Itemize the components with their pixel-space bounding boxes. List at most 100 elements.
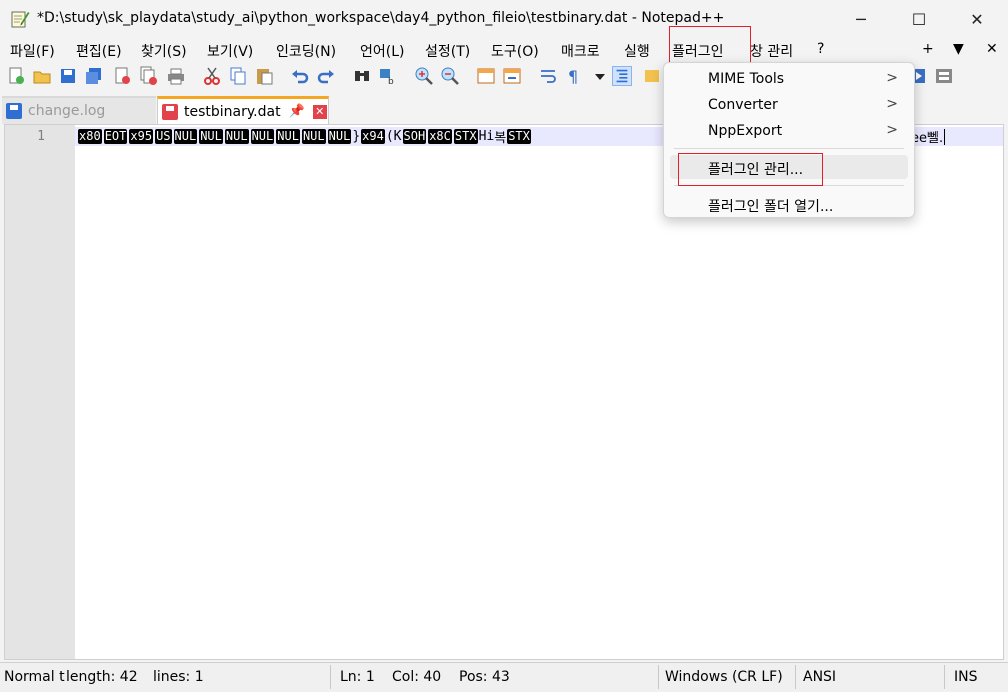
unsaved-file-icon bbox=[162, 103, 178, 120]
control-char-token: x95 bbox=[129, 129, 154, 144]
menu-edit[interactable]: 편집(E) bbox=[76, 41, 122, 61]
print-icon[interactable] bbox=[166, 66, 186, 86]
copy-icon[interactable] bbox=[228, 66, 248, 86]
menu-file[interactable]: 파일(F) bbox=[10, 41, 55, 61]
line-number-gutter: 1 bbox=[5, 125, 75, 659]
close-all-icon[interactable] bbox=[138, 66, 158, 86]
menu-plugins[interactable]: 플러그인 bbox=[672, 41, 724, 61]
menu-item-open-plugins-folder[interactable]: 플러그인 폴더 열기... bbox=[664, 192, 914, 216]
menu-view[interactable]: 보기(V) bbox=[207, 41, 253, 61]
status-bar: Normal t length: 42 lines: 1 Ln: 1 Col: … bbox=[0, 662, 1008, 692]
indent-guide-icon[interactable] bbox=[612, 66, 632, 86]
status-lines: lines: 1 bbox=[153, 669, 204, 685]
menu-item-plugins-admin[interactable]: 플러그인 관리... bbox=[670, 155, 908, 179]
status-position: Pos: 43 bbox=[459, 669, 510, 685]
tab-label: testbinary.dat bbox=[184, 103, 281, 120]
close-tab-menu-button[interactable]: ✕ bbox=[986, 41, 998, 57]
menu-item-nppexport[interactable]: NppExport > bbox=[664, 119, 914, 143]
close-tab-icon[interactable]: ✕ bbox=[312, 104, 327, 119]
status-eol[interactable]: Windows (CR LF) bbox=[665, 669, 783, 685]
pin-icon[interactable]: 📌 bbox=[289, 104, 305, 119]
control-char-token: SOH bbox=[402, 129, 427, 144]
tab-list-dropdown-button[interactable]: ▼ bbox=[953, 41, 964, 57]
save-all-icon[interactable] bbox=[84, 66, 104, 86]
maximize-button[interactable]: ☐ bbox=[890, 0, 948, 38]
save-icon[interactable] bbox=[58, 66, 78, 86]
tab-testbinary-dat[interactable]: testbinary.dat 📌 ✕ bbox=[157, 96, 329, 124]
zoom-out-icon[interactable] bbox=[440, 66, 460, 86]
menu-item-converter[interactable]: Converter > bbox=[664, 93, 914, 117]
menu-language[interactable]: 언어(L) bbox=[360, 41, 404, 61]
status-divider bbox=[944, 665, 945, 689]
menu-item-label: MIME Tools bbox=[708, 71, 785, 87]
code-line-tail: ee뻴. bbox=[911, 128, 946, 146]
text-token: 복 bbox=[494, 131, 507, 146]
menu-bar: 파일(F) 편집(E) 찾기(S) 보기(V) 인코딩(N) 언어(L) 설정(… bbox=[0, 38, 1008, 62]
show-all-characters-icon[interactable]: ¶ bbox=[564, 66, 584, 86]
toolbar-dropdown-icon[interactable] bbox=[590, 66, 610, 86]
menu-encoding[interactable]: 인코딩(N) bbox=[276, 41, 336, 61]
menu-item-mime-tools[interactable]: MIME Tools > bbox=[664, 67, 914, 91]
line-number: 1 bbox=[37, 129, 45, 144]
control-char-token: NUL bbox=[301, 129, 326, 144]
control-char-token: EOT bbox=[103, 129, 128, 144]
cut-icon[interactable] bbox=[202, 66, 222, 86]
status-divider bbox=[795, 665, 796, 689]
menu-search[interactable]: 찾기(S) bbox=[141, 41, 187, 61]
sync-vertical-icon[interactable] bbox=[476, 66, 496, 86]
save-macro-icon[interactable] bbox=[934, 66, 954, 86]
menu-settings[interactable]: 설정(T) bbox=[425, 41, 470, 61]
minimize-button[interactable]: ─ bbox=[832, 0, 890, 38]
user-defined-language-icon[interactable] bbox=[642, 66, 662, 86]
control-char-token: STX bbox=[507, 129, 531, 144]
menu-separator bbox=[674, 185, 904, 186]
open-file-icon[interactable] bbox=[32, 66, 52, 86]
menu-window[interactable]: 창 관리 bbox=[750, 41, 793, 61]
sync-horizontal-icon[interactable] bbox=[502, 66, 522, 86]
paste-icon[interactable] bbox=[254, 66, 274, 86]
close-window-button[interactable]: ✕ bbox=[948, 0, 1006, 38]
word-wrap-icon[interactable] bbox=[538, 66, 558, 86]
status-column: Col: 40 bbox=[392, 669, 442, 685]
tab-label: change.log bbox=[28, 103, 106, 119]
add-tab-button[interactable]: + bbox=[922, 41, 934, 57]
control-char-token: x8C bbox=[428, 129, 452, 144]
find-icon[interactable] bbox=[352, 66, 372, 86]
control-char-token: x80 bbox=[78, 129, 102, 144]
control-char-token: US bbox=[155, 129, 172, 144]
submenu-arrow-icon: > bbox=[886, 70, 898, 86]
menu-separator bbox=[674, 148, 904, 149]
control-char-token: NUL bbox=[199, 129, 223, 144]
menu-item-label: 플러그인 폴더 열기... bbox=[708, 199, 834, 215]
new-file-icon[interactable] bbox=[6, 66, 26, 86]
control-char-token: STX bbox=[453, 129, 478, 144]
undo-icon[interactable] bbox=[290, 66, 310, 86]
replace-icon[interactable]: b bbox=[378, 66, 398, 86]
menu-item-label: NppExport bbox=[708, 123, 783, 139]
menu-item-label: Converter bbox=[708, 97, 778, 113]
submenu-arrow-icon: > bbox=[886, 96, 898, 112]
menu-help[interactable]: ? bbox=[817, 41, 824, 57]
control-char-token: NUL bbox=[276, 129, 300, 144]
status-encoding[interactable]: ANSI bbox=[803, 669, 836, 685]
status-line: Ln: 1 bbox=[340, 669, 375, 685]
menu-macro[interactable]: 매크로 bbox=[561, 41, 600, 61]
code-line[interactable]: x80 EOT x95 US NUL NUL NUL NUL NUL NUL NUL} x94(K SO… bbox=[77, 128, 532, 146]
svg-text:¶: ¶ bbox=[568, 67, 578, 86]
plugins-dropdown-menu: MIME Tools > Converter > NppExport > 플러그… bbox=[663, 62, 915, 218]
control-char-token: NUL bbox=[173, 129, 198, 144]
close-file-icon[interactable] bbox=[112, 66, 132, 86]
status-insert-mode[interactable]: INS bbox=[954, 669, 978, 685]
redo-icon[interactable] bbox=[316, 66, 336, 86]
menu-run[interactable]: 실행 bbox=[624, 41, 650, 61]
svg-text:b: b bbox=[388, 77, 394, 86]
saved-file-icon bbox=[6, 103, 22, 119]
control-char-token: NUL bbox=[250, 129, 275, 144]
status-language: Normal t bbox=[4, 669, 65, 685]
status-divider bbox=[658, 665, 659, 689]
zoom-in-icon[interactable] bbox=[414, 66, 434, 86]
tab-change-log[interactable]: change.log bbox=[2, 96, 156, 124]
menu-tools[interactable]: 도구(O) bbox=[491, 41, 539, 61]
control-char-token: NUL bbox=[224, 129, 249, 144]
control-char-token: NUL bbox=[327, 129, 352, 144]
